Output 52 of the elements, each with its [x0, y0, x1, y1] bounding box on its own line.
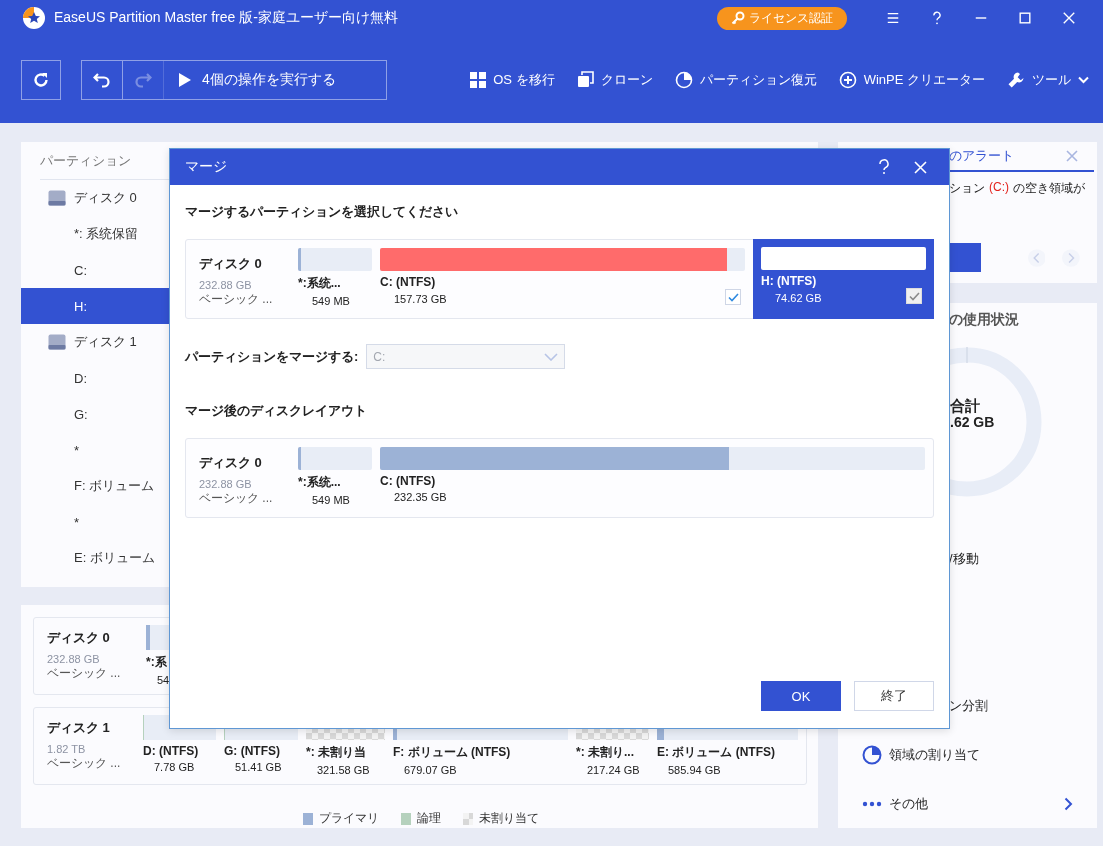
- legend-label: プライマリ: [319, 810, 379, 827]
- partition-label: *:系: [146, 654, 168, 671]
- window-title: EaseUS Partition Master free 版-家庭ユーザー向け無料: [54, 9, 399, 27]
- partition-size: 74.62 GB: [774, 291, 822, 304]
- partition-label: H: (NTFS): [761, 274, 818, 288]
- partition-label: E: ボリューム (NTFS): [657, 744, 776, 761]
- partition-label: C: (NTFS): [380, 275, 437, 289]
- disk-size: 1.82 TB: [47, 743, 87, 755]
- alert-text: ション: [949, 180, 985, 197]
- partition-label: *:系统...: [298, 474, 342, 491]
- partition-label: *:系统...: [298, 275, 342, 292]
- legend-label: 論理: [417, 810, 441, 827]
- panel-header: パーティション: [40, 151, 131, 170]
- disk-name: ディスク 1: [47, 719, 111, 737]
- disk-name: ディスク 0: [47, 629, 111, 647]
- partition-size: 51.41 GB: [234, 761, 283, 773]
- partition-size: 549 MB: [311, 494, 350, 506]
- section-heading: マージするパーティションを選択してください: [185, 203, 459, 221]
- partition-label: G: (NTFS): [224, 744, 281, 758]
- disk-name: ディスク 0: [199, 255, 263, 273]
- partition-label: *: 未割り...: [576, 744, 635, 761]
- disk-type: ベーシック ...: [199, 291, 274, 308]
- section-heading: マージ後のディスクレイアウト: [185, 402, 368, 420]
- disk-type: ベーシック ...: [199, 490, 274, 507]
- partition-size: 679.07 GB: [403, 764, 458, 776]
- partition-size: 7.78 GB: [153, 761, 196, 773]
- disk-size: 232.88 GB: [199, 279, 253, 291]
- dialog-title: マージ: [185, 158, 228, 176]
- partition-label: F: ボリューム (NTFS): [393, 744, 512, 761]
- alert-text: (C:): [989, 180, 1009, 196]
- partition-size: 217.24 GB: [586, 764, 641, 776]
- disk-size: 232.88 GB: [199, 478, 253, 490]
- field-label: パーティションをマージする:: [185, 347, 359, 366]
- total-label: 合計: [950, 397, 980, 416]
- partition-label: D: (NTFS): [143, 744, 200, 758]
- partition-label: *: 未割り当: [306, 744, 367, 761]
- partition-size: 549 MB: [311, 295, 350, 307]
- total-value: .62 GB: [950, 414, 995, 430]
- partition-size: 232.35 GB: [393, 491, 447, 503]
- disk-type: ベーシック ...: [47, 665, 122, 682]
- partition-size: 54: [156, 674, 171, 686]
- disk-size: 232.88 GB: [47, 653, 101, 665]
- alert-title: のアラート: [949, 147, 1014, 165]
- partition-label: C: (NTFS): [380, 474, 437, 488]
- alert-text: の空き領域が: [1013, 180, 1085, 197]
- disk-name: ディスク 0: [199, 454, 263, 472]
- usage-title: の使用状況: [949, 311, 1020, 329]
- partition-size: 585.94 GB: [667, 764, 722, 776]
- partition-size: 321.58 GB: [316, 764, 371, 776]
- disk-type: ベーシック ...: [47, 755, 122, 772]
- legend-label: 未割り当て: [479, 810, 539, 827]
- partition-size: 157.73 GB: [393, 292, 447, 305]
